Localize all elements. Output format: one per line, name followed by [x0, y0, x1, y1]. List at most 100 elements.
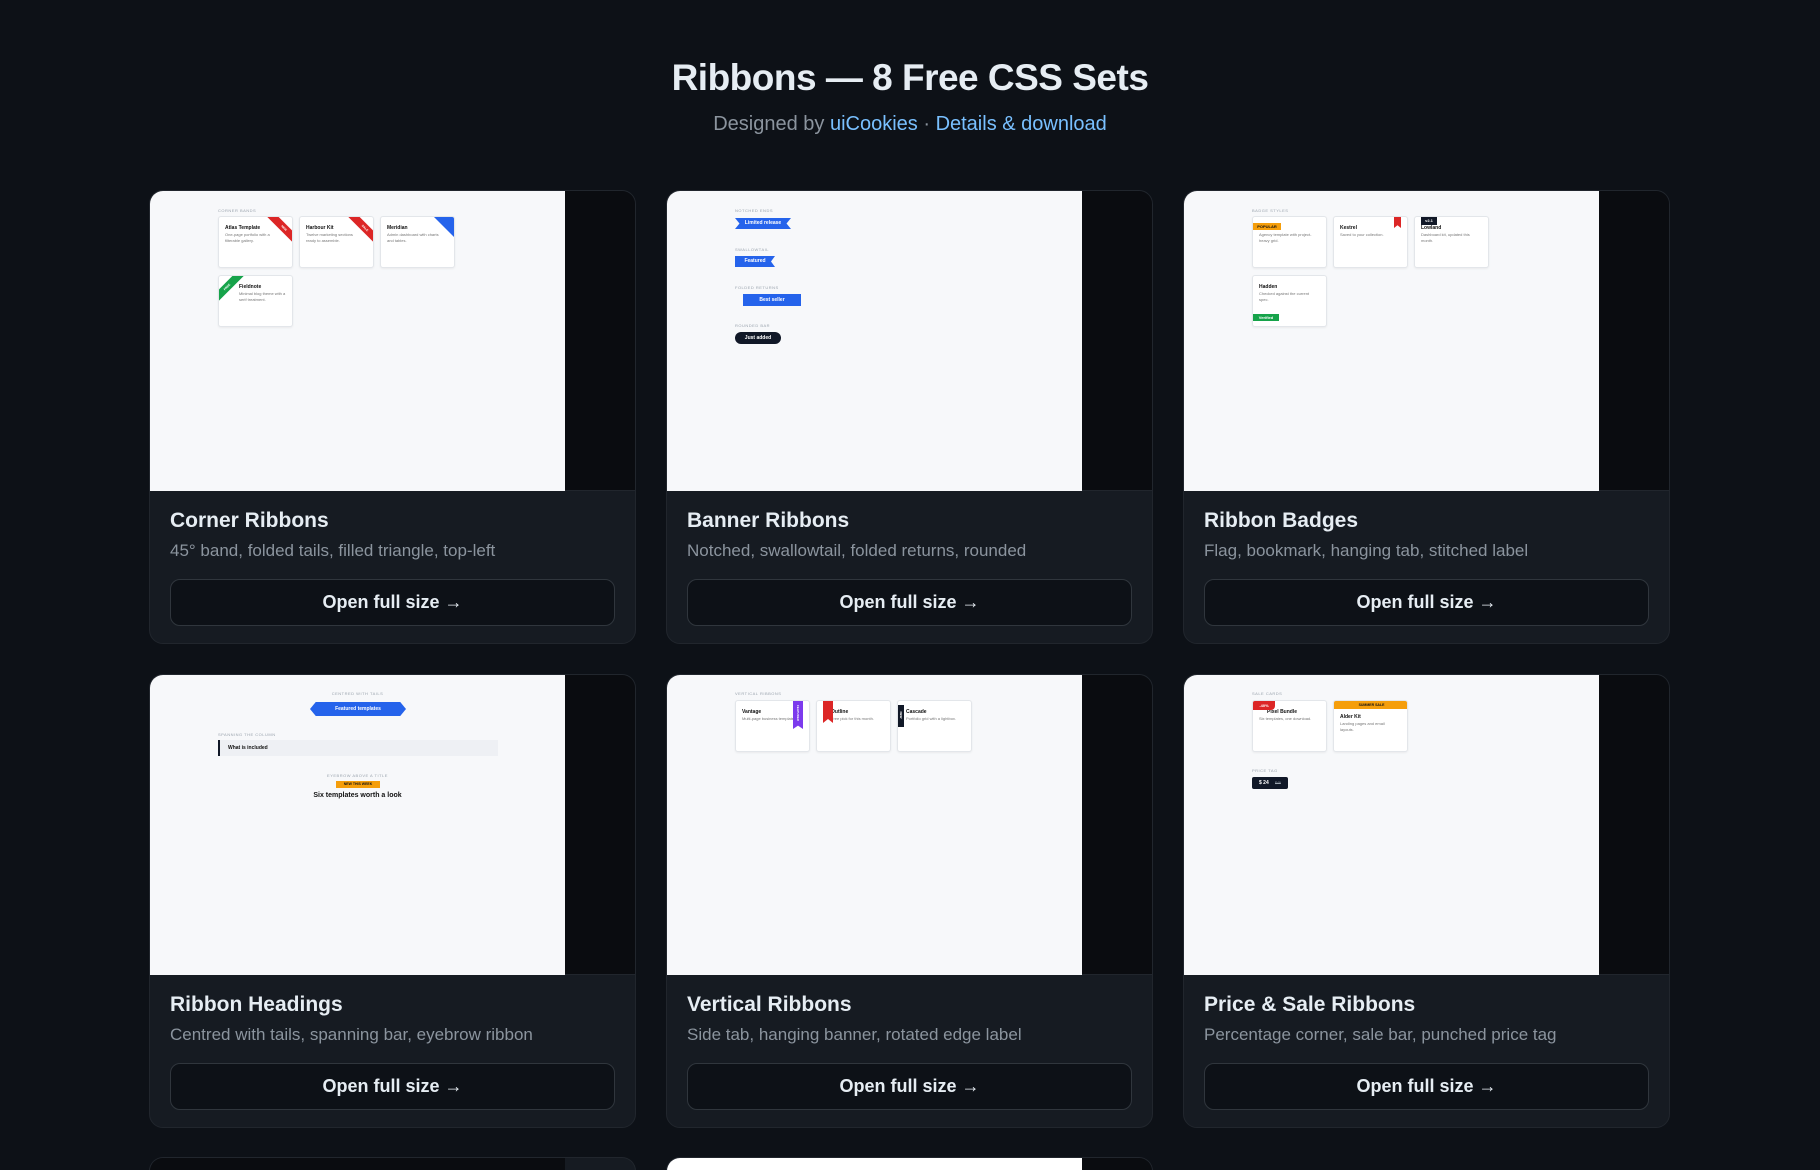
designer-link[interactable]: uiCookies — [830, 113, 918, 135]
mini-card-text: Landing pages and email layouts. — [1340, 721, 1385, 732]
card-description: Percentage corner, sale bar, punched pri… — [1204, 1025, 1557, 1044]
mini-card-title: Atlas Template — [225, 225, 261, 231]
mini-card: Kestrel Saved to your collection. — [1333, 216, 1408, 268]
ribbon-sets-grid: CORNER BANDS Atlas Template One-page por… — [149, 190, 1671, 1128]
mini-card-text: Twelve marketing sections ready to assem… — [306, 232, 353, 243]
preview-screenshot: NOTCHED ENDS Limited release SWALLOWTAIL… — [667, 191, 1082, 491]
open-full-size-button[interactable]: Open full size → — [170, 579, 615, 626]
preview-section-label: NOTCHED ENDS — [735, 208, 774, 213]
preview-heading: Six templates worth a look — [313, 792, 402, 799]
open-full-size-button[interactable]: Open full size → — [1204, 1063, 1649, 1110]
mini-card: Vantage Multi-page business template. FE… — [735, 700, 810, 752]
mini-card-text: One-page portfolio with a filterable gal… — [225, 232, 270, 243]
card-title: Price & Sale Ribbons — [1204, 993, 1416, 1016]
details-download-link[interactable]: Details & download — [936, 113, 1107, 135]
preview-strip — [1082, 1158, 1152, 1170]
mini-card: Fieldnote Minimal blog theme with a seri… — [218, 275, 293, 327]
preview-frame[interactable]: VERTICAL RIBBONS Vantage Multi-page busi… — [667, 675, 1152, 975]
page-header: Ribbons — 8 Free CSS Sets Designed by ui… — [0, 0, 1820, 136]
open-full-size-button[interactable]: Open full size → — [170, 1063, 615, 1110]
mini-card-text: Free pick for this month. — [831, 716, 874, 721]
preview-section-label: CENTRED WITH TAILS — [331, 691, 384, 696]
mini-card: Meridian Admin dashboard with charts and… — [380, 216, 455, 268]
folded-ribbon: Best seller — [743, 294, 801, 306]
mini-card: Hadden Checked against the current spec.… — [1252, 275, 1327, 327]
price-value: $ 24 — [1259, 780, 1269, 786]
preview-section-label: BADGE STYLES — [1252, 208, 1289, 213]
mini-card-title: Harbour Kit — [306, 225, 334, 231]
mini-card-text: Portfolio grid with a lightbox. — [906, 716, 957, 721]
mini-card: Outline Free pick for this month. — [816, 700, 891, 752]
card-description: Side tab, hanging banner, rotated edge l… — [687, 1025, 1022, 1044]
mini-card: POPULAR Agency template with project-hea… — [1252, 216, 1327, 268]
mini-card-text: Multi-page business template. — [742, 716, 796, 721]
swallowtail-ribbon: Featured — [735, 256, 775, 267]
preview-frame[interactable]: NOTCHED ENDS Limited release SWALLOWTAIL… — [667, 191, 1152, 491]
preview-section-label: SPANNING THE COLUMN — [218, 732, 276, 737]
stitched-label: Verified — [1253, 314, 1279, 321]
card-ribbon-headings: CENTRED WITH TAILS Featured templates SP… — [149, 674, 636, 1128]
card-description: 45° band, folded tails, filled triangle,… — [170, 541, 496, 560]
mini-card: Harbour Kit Twelve marketing sections re… — [299, 216, 374, 268]
open-full-size-button[interactable]: Open full size → — [1204, 579, 1649, 626]
preview-section-label: EYEBROW ABOVE A TITLE — [327, 773, 388, 778]
hanging-tab: v2.1 — [1421, 217, 1437, 225]
designed-by-text: Designed by — [713, 113, 830, 135]
open-full-size-button[interactable]: Open full size → — [687, 1063, 1132, 1110]
centred-heading-ribbon: Featured templates — [310, 702, 406, 716]
mini-card-text: Six templates, one download. — [1259, 716, 1312, 721]
mini-card-title: Meridian — [387, 225, 408, 231]
preview-section-label: PRICE TAG — [1252, 768, 1278, 773]
preview-section-label: ROUNDED BAR — [735, 323, 771, 328]
preview-screenshot: CORNER BANDS Atlas Template One-page por… — [150, 191, 565, 491]
card-title: Corner Ribbons — [170, 509, 329, 532]
mini-card: Lowland Dashboard kit, updated this mont… — [1414, 216, 1489, 268]
side-tab-label: FEATURED — [796, 704, 800, 722]
bookmark-icon — [1394, 217, 1401, 228]
mini-card-text: Minimal blog theme with a serif treatmen… — [239, 291, 286, 302]
preview-frame[interactable]: SALE CARDS Pixel Bundle Six templates, o… — [1184, 675, 1669, 975]
preview-frame[interactable]: CENTRED WITH TAILS Featured templates SP… — [150, 675, 635, 975]
card-description: Notched, swallowtail, folded returns, ro… — [687, 541, 1027, 560]
sale-bar: SUMMER SALE — [1334, 701, 1407, 709]
mini-card: SUMMER SALE Alder Kit Landing pages and … — [1333, 700, 1408, 752]
preview-frame[interactable]: CORNER BANDS Atlas Template One-page por… — [150, 191, 635, 491]
rounded-ribbon: Just added — [735, 332, 781, 344]
corner-triangle — [434, 217, 454, 237]
card-banner-ribbons: NOTCHED ENDS Limited release SWALLOWTAIL… — [666, 190, 1153, 644]
card-partial-7 — [149, 1157, 636, 1170]
card-corner-ribbons: CORNER BANDS Atlas Template One-page por… — [149, 190, 636, 644]
card-title: Ribbon Headings — [170, 993, 343, 1016]
card-vertical-ribbons: VERTICAL RIBBONS Vantage Multi-page busi… — [666, 674, 1153, 1128]
card-ribbon-badges: BADGE STYLES POPULAR Agency template wit… — [1183, 190, 1670, 644]
card-partial-8 — [666, 1157, 1153, 1170]
preview-frame[interactable]: BADGE STYLES POPULAR Agency template wit… — [1184, 191, 1669, 491]
mini-card: Cascade Portfolio grid with a lightbox. … — [897, 700, 972, 752]
separator: · — [917, 113, 936, 135]
open-full-size-button[interactable]: Open full size → — [687, 579, 1132, 626]
mini-card-text: Checked against the current spec. — [1259, 291, 1310, 302]
card-title: Vertical Ribbons — [687, 993, 852, 1016]
mini-card-text: Agency template with project-heavy grid. — [1259, 232, 1312, 243]
page-title: Ribbons — 8 Free CSS Sets — [671, 57, 1149, 98]
page-subtitle: Designed by uiCookies · Details & downlo… — [0, 113, 1820, 136]
mini-card-title: Lowland — [1421, 225, 1442, 231]
preview-screenshot: CENTRED WITH TAILS Featured templates SP… — [150, 675, 565, 975]
preview-section-label: CORNER BANDS — [218, 208, 257, 213]
mini-card-title: Cascade — [906, 709, 927, 715]
preview-screenshot: BADGE STYLES POPULAR Agency template wit… — [1184, 191, 1599, 491]
mini-card-text: Dashboard kit, updated this month. — [1421, 232, 1470, 243]
mini-card-title: Alder Kit — [1340, 714, 1361, 720]
rotated-edge-label: NEW — [899, 711, 903, 719]
preview-section-label: SALE CARDS — [1252, 691, 1283, 696]
spanning-heading-bar: What is included — [218, 740, 498, 756]
card-description: Flag, bookmark, hanging tab, stitched la… — [1204, 541, 1529, 560]
mini-card-title: Kestrel — [1340, 225, 1357, 231]
mini-card: Pixel Bundle Six templates, one download… — [1252, 700, 1327, 752]
card-description: Centred with tails, spanning bar, eyebro… — [170, 1025, 533, 1044]
flag-badge: POPULAR — [1253, 223, 1281, 230]
price-tag: $ 24 $49 — [1252, 777, 1288, 789]
card-title: Banner Ribbons — [687, 509, 850, 532]
mini-card: Atlas Template One-page portfolio with a… — [218, 216, 293, 268]
card-title: Ribbon Badges — [1204, 509, 1359, 532]
